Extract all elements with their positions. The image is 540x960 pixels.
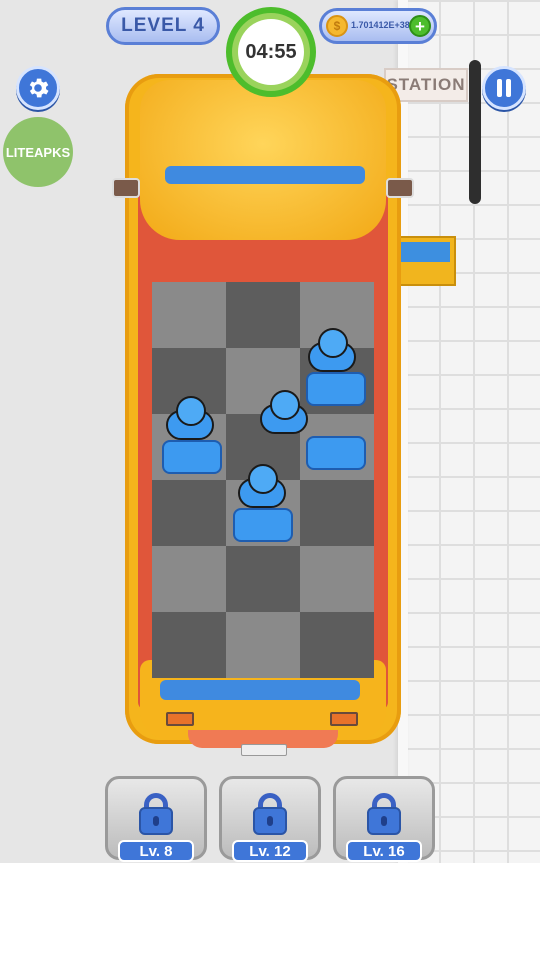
seat (306, 436, 366, 470)
pause-icon (497, 79, 511, 97)
floor-tile (152, 546, 226, 612)
seat (162, 440, 222, 474)
pause-button[interactable] (482, 66, 526, 110)
locked-slot-3[interactable]: Lv. 16 (333, 776, 435, 862)
floor-tile (300, 612, 374, 678)
tail-light-left (166, 712, 194, 726)
floor-tile (152, 282, 226, 348)
level-indicator: LEVEL 4 (106, 7, 220, 45)
game-scene: STATION LEVEL 4 04:55 $ 1.701412E+38 + L… (0, 0, 540, 863)
floor-tile (300, 546, 374, 612)
liteapks-badge[interactable]: LITEAPKS (3, 117, 73, 187)
passenger-head (176, 396, 206, 426)
coin-icon: $ (326, 15, 348, 37)
gear-icon (29, 78, 49, 98)
lock-body (367, 807, 401, 835)
bus-hood (140, 80, 386, 240)
floor-tile (226, 612, 300, 678)
floor-tile (226, 282, 300, 348)
passenger[interactable] (308, 328, 356, 376)
passenger[interactable] (238, 464, 286, 512)
front-window (165, 166, 365, 184)
level-label: LEVEL 4 (121, 15, 205, 36)
left-mirror (112, 178, 140, 198)
slot-level-label: Lv. 8 (118, 840, 194, 862)
floor-tile (226, 546, 300, 612)
slot-level-label: Lv. 12 (232, 840, 308, 862)
license-plate (241, 744, 287, 756)
coin-amount: 1.701412E+38 (351, 20, 410, 30)
plus-icon[interactable]: + (409, 15, 431, 37)
lock-body (139, 807, 173, 835)
station-label: STATION (386, 75, 466, 94)
seat (306, 372, 366, 406)
passenger[interactable] (166, 396, 214, 444)
rear-window (160, 680, 360, 700)
floor-tile (300, 480, 374, 546)
coin-counter: $ 1.701412E+38 + (319, 8, 437, 44)
settings-button[interactable] (16, 66, 60, 110)
seat (233, 508, 293, 542)
locked-slot-2[interactable]: Lv. 12 (219, 776, 321, 862)
slot-level-label: Lv. 16 (346, 840, 422, 862)
floor-tile (152, 480, 226, 546)
passenger[interactable] (260, 390, 308, 438)
countdown-timer: 04:55 (226, 7, 316, 97)
station-pole (469, 60, 481, 204)
floor-tile (152, 612, 226, 678)
lite-label: LITEAPKS (5, 144, 71, 160)
passenger-head (318, 328, 348, 358)
passenger-head (270, 390, 300, 420)
timer-text: 04:55 (238, 19, 304, 85)
bench-seat (396, 242, 450, 262)
lock-body (253, 807, 287, 835)
right-mirror (386, 178, 414, 198)
locked-slot-1[interactable]: Lv. 8 (105, 776, 207, 862)
tail-light-right (330, 712, 358, 726)
passenger-head (248, 464, 278, 494)
